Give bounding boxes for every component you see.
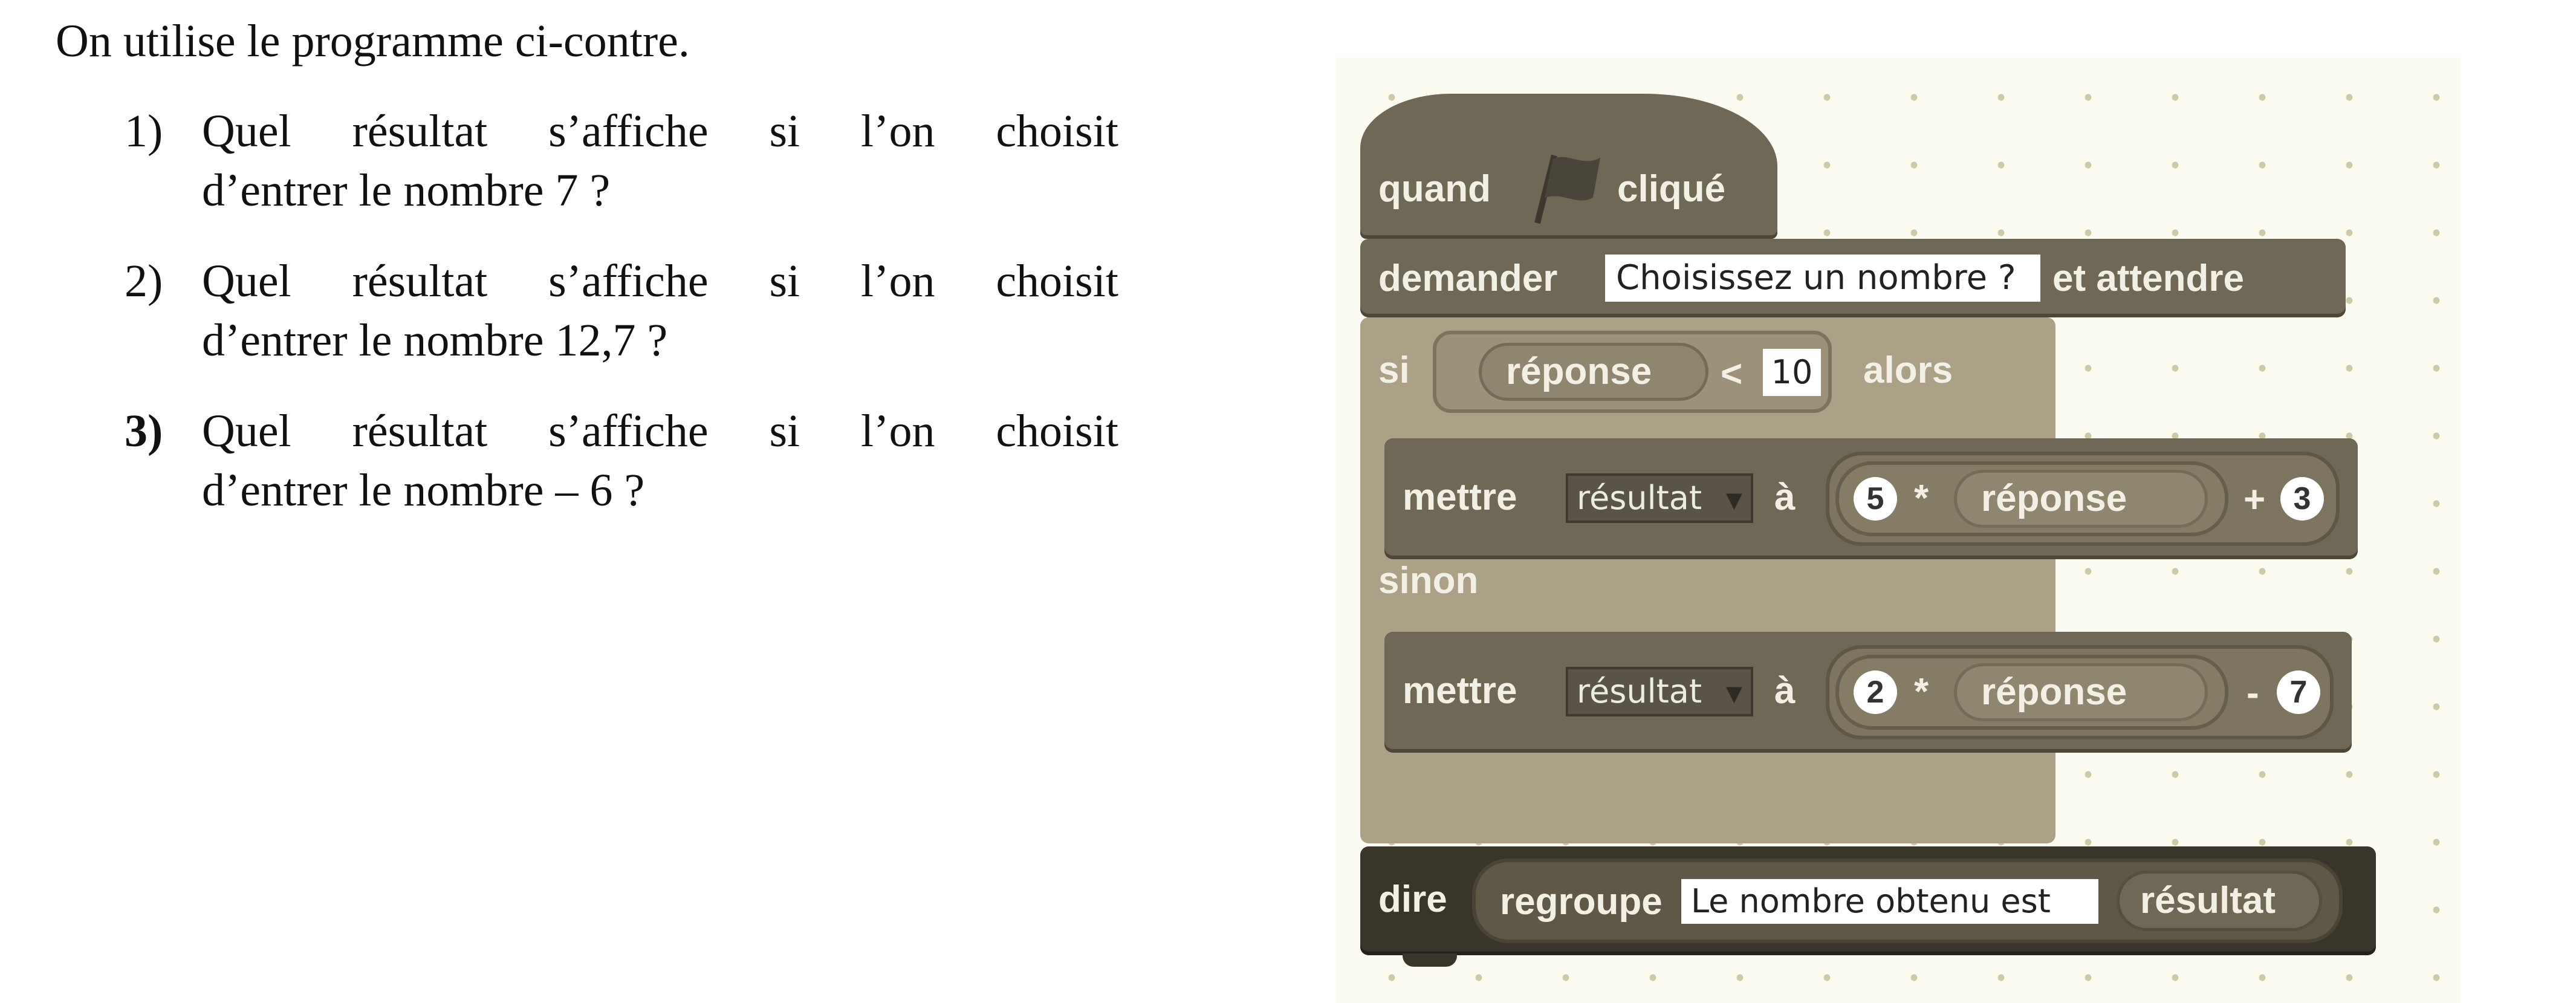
join-text-input[interactable]: Le nombre obtenu est — [1681, 879, 2098, 924]
word: si — [769, 256, 800, 307]
script-canvas: quand cliqué demander Choisissez un nomb… — [1336, 57, 2461, 1003]
result-variable-reporter[interactable]: résultat — [2117, 871, 2322, 931]
then-label: alors — [1863, 349, 1953, 391]
answer-reporter[interactable]: réponse — [1954, 663, 2208, 721]
variable-name: résultat — [1577, 479, 1702, 517]
answer-reporter[interactable]: réponse — [1954, 470, 2208, 528]
word: l’on — [861, 106, 935, 157]
word: Quel — [202, 256, 291, 307]
question-line-2: d’entrer le nombre 12,7 ? — [202, 315, 668, 366]
wait-label: et attendre — [2052, 258, 2244, 299]
when-flag-clicked-block[interactable]: quand cliqué — [1360, 94, 1777, 239]
if-else-block[interactable]: si réponse < 10 alors sinon — [1360, 317, 2055, 843]
ask-and-wait-block[interactable]: demander Choisissez un nombre ? et atten… — [1360, 239, 2346, 317]
subtrahend-input[interactable]: 7 — [2277, 670, 2320, 714]
variable-name: résultat — [1577, 672, 1702, 710]
question-number: 2) — [125, 256, 163, 307]
else-label: sinon — [1378, 560, 1479, 602]
word: l’on — [861, 256, 935, 307]
question-number: 3) — [125, 406, 163, 456]
word: l’on — [861, 406, 935, 456]
word: résultat — [352, 256, 488, 307]
word: choisit — [996, 406, 1118, 456]
plus-operator: + — [2243, 479, 2266, 521]
question-2: 2) Quel résultat s’affiche si l’on chois… — [125, 252, 1118, 370]
word: s’affiche — [548, 406, 709, 456]
word: s’affiche — [548, 256, 709, 307]
ask-label: demander — [1378, 258, 1558, 299]
factor-input[interactable]: 2 — [1854, 670, 1897, 714]
subtraction-reporter[interactable]: 2 * réponse - 7 — [1826, 645, 2334, 739]
join-label: regroupe — [1500, 881, 1663, 923]
question-3: 3) Quel résultat s’affiche si l’on chois… — [125, 401, 1118, 520]
question-line-2: d’entrer le nombre – 6 ? — [202, 465, 645, 516]
word: choisit — [996, 106, 1118, 157]
set-variable-block-1[interactable]: mettre résultat ▾ à 5 * réponse + 3 — [1384, 438, 2358, 559]
addend-input[interactable]: 3 — [2280, 477, 2324, 521]
times-operator: * — [1914, 671, 1929, 713]
to-label: à — [1774, 670, 1796, 712]
when-label: quand — [1378, 168, 1491, 210]
intro-text: On utilise le programme ci-contre. — [56, 16, 690, 67]
variable-dropdown[interactable]: résultat ▾ — [1566, 667, 1753, 716]
answer-reporter[interactable]: réponse — [1479, 343, 1708, 401]
word: s’affiche — [548, 106, 709, 157]
question-number: 1) — [125, 106, 163, 157]
question-line-2: d’entrer le nombre 7 ? — [202, 165, 611, 216]
clicked-label: cliqué — [1617, 168, 1726, 210]
word: résultat — [352, 106, 488, 157]
to-label: à — [1774, 476, 1796, 518]
multiplication-reporter[interactable]: 2 * réponse — [1835, 655, 2228, 730]
word: si — [769, 406, 800, 456]
word: si — [769, 106, 800, 157]
addition-reporter[interactable]: 5 * réponse + 3 — [1826, 452, 2340, 546]
question-1: 1) Quel résultat s’affiche si l’on chois… — [125, 102, 1118, 220]
threshold-input[interactable]: 10 — [1763, 349, 1821, 396]
block-notch — [1403, 953, 1457, 967]
multiplication-reporter[interactable]: 5 * réponse — [1835, 461, 2228, 536]
times-operator: * — [1914, 478, 1929, 519]
set-label: mettre — [1403, 476, 1517, 518]
word: Quel — [202, 406, 291, 456]
word: résultat — [352, 406, 488, 456]
factor-input[interactable]: 5 — [1854, 477, 1897, 521]
green-flag-icon — [1526, 149, 1605, 237]
word: choisit — [996, 256, 1118, 307]
variable-dropdown[interactable]: résultat ▾ — [1566, 473, 1753, 523]
set-variable-block-2[interactable]: mettre résultat ▾ à 2 * réponse - 7 — [1384, 632, 2352, 753]
ask-prompt-input[interactable]: Choisissez un nombre ? — [1605, 255, 2040, 302]
condition-less-than[interactable]: réponse < 10 — [1433, 331, 1832, 413]
set-label: mettre — [1403, 670, 1517, 712]
join-reporter[interactable]: regroupe Le nombre obtenu est résultat — [1472, 859, 2343, 943]
say-block[interactable]: dire regroupe Le nombre obtenu est résul… — [1360, 846, 2376, 955]
minus-operator: - — [2247, 672, 2259, 714]
if-label: si — [1378, 349, 1410, 391]
dropdown-arrow-icon: ▾ — [1725, 674, 1742, 712]
dropdown-arrow-icon: ▾ — [1725, 480, 1742, 518]
word: Quel — [202, 106, 291, 157]
less-than-operator: < — [1721, 353, 1743, 395]
say-label: dire — [1378, 878, 1447, 920]
